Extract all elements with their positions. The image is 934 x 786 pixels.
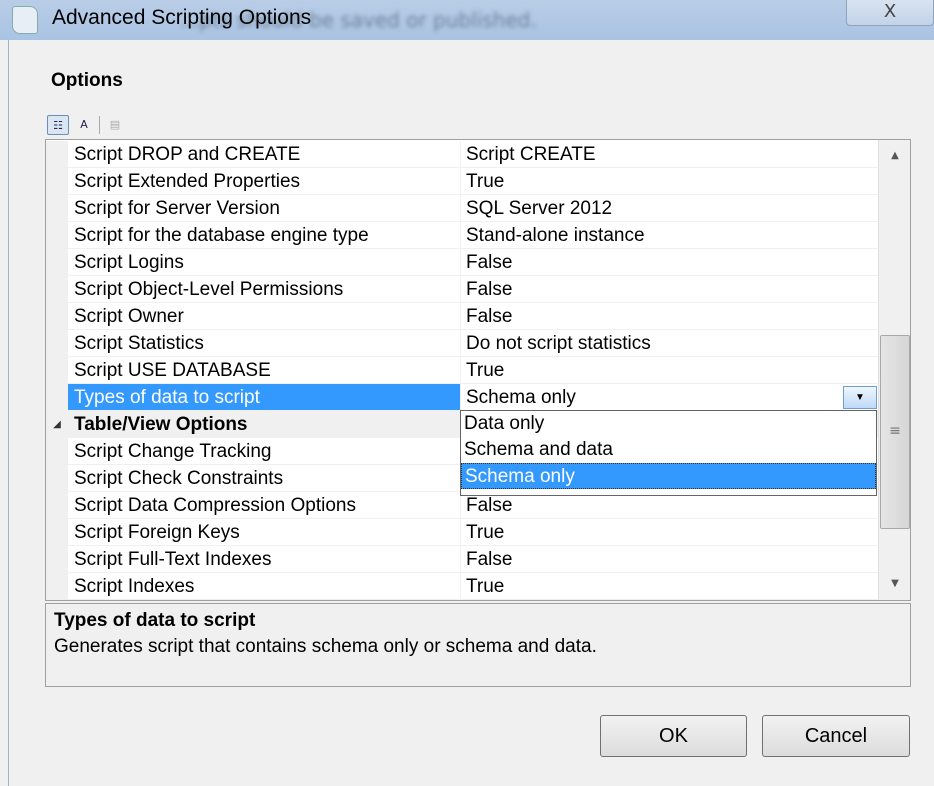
property-row[interactable]: Script Owner False <box>46 303 879 330</box>
property-row[interactable]: Script DROP and CREATE Script CREATE <box>46 141 879 168</box>
cancel-button[interactable]: Cancel <box>762 715 910 757</box>
property-name[interactable]: Table/View Options <box>68 411 461 438</box>
property-name[interactable]: Script Change Tracking <box>68 438 461 465</box>
property-value[interactable]: Schema only ▼ <box>461 384 879 411</box>
property-row[interactable]: Script Foreign Keys True <box>46 519 879 546</box>
property-row[interactable]: Script Full-Text Indexes False <box>46 546 879 573</box>
row-gutter <box>46 384 68 411</box>
scroll-down-arrow-icon[interactable]: ▼ <box>879 570 911 598</box>
property-name[interactable]: Script Object-Level Permissions <box>68 276 461 303</box>
window-title: Advanced Scripting Options <box>52 6 312 29</box>
dropdown-option[interactable]: Schema and data <box>461 437 876 463</box>
property-value[interactable]: Script CREATE <box>461 141 879 168</box>
row-gutter <box>46 141 68 168</box>
row-gutter <box>46 222 68 249</box>
property-value[interactable]: True <box>461 357 879 384</box>
property-value[interactable]: False <box>461 546 879 573</box>
description-panel: Types of data to script Generates script… <box>45 603 911 687</box>
property-value[interactable]: Stand-alone instance <box>461 222 879 249</box>
property-name[interactable]: Script USE DATABASE <box>68 357 461 384</box>
row-gutter <box>46 249 68 276</box>
property-name[interactable]: Script Extended Properties <box>68 168 461 195</box>
property-name[interactable]: Script Full-Text Indexes <box>68 546 461 573</box>
property-value[interactable]: True <box>461 573 879 600</box>
alphabetical-sort-icon[interactable]: A Z↓ <box>73 115 95 151</box>
property-row[interactable]: Script Logins False <box>46 249 879 276</box>
close-button[interactable]: X <box>846 0 934 26</box>
property-name[interactable]: Script for Server Version <box>68 195 461 222</box>
row-gutter <box>46 573 68 600</box>
property-name[interactable]: Script Statistics <box>68 330 461 357</box>
row-gutter <box>46 465 68 492</box>
property-name[interactable]: Types of data to script <box>68 384 461 411</box>
description-text: Generates script that contains schema on… <box>54 636 597 657</box>
property-row[interactable]: Script for the database engine type Stand… <box>46 222 879 249</box>
property-value[interactable]: False <box>461 303 879 330</box>
scroll-app-icon <box>12 6 38 34</box>
row-gutter <box>46 168 68 195</box>
collapse-triangle-icon[interactable]: ◢ <box>46 411 68 438</box>
categorized-icon[interactable]: ☷ <box>47 115 69 135</box>
property-name[interactable]: Script Indexes <box>68 573 461 600</box>
row-gutter <box>46 438 68 465</box>
dropdown-option[interactable]: Schema only <box>461 463 876 489</box>
row-gutter <box>46 195 68 222</box>
row-gutter <box>46 519 68 546</box>
description-title: Types of data to script <box>54 610 256 631</box>
property-value[interactable]: False <box>461 276 879 303</box>
row-gutter <box>46 546 68 573</box>
row-gutter <box>46 276 68 303</box>
scroll-up-arrow-icon[interactable]: ▲ <box>879 142 911 170</box>
row-gutter <box>46 303 68 330</box>
property-value[interactable]: True <box>461 519 879 546</box>
row-gutter <box>46 357 68 384</box>
property-value[interactable]: SQL Server 2012 <box>461 195 879 222</box>
scrollbar-thumb[interactable]: ≡ <box>880 335 910 529</box>
property-value[interactable]: True <box>461 168 879 195</box>
property-row[interactable]: Script for Server Version SQL Server 2012 <box>46 195 879 222</box>
vertical-scrollbar[interactable]: ▲ ≡ ▼ <box>878 140 910 600</box>
property-value[interactable]: Do not script statistics <box>461 330 879 357</box>
property-value[interactable]: False <box>461 492 879 519</box>
dropdown-arrow-button[interactable]: ▼ <box>843 386 877 409</box>
property-row[interactable]: Script Statistics Do not script statistic… <box>46 330 879 357</box>
property-pages-icon[interactable]: ▤ <box>104 115 126 135</box>
property-row[interactable]: Script Extended Properties True <box>46 168 879 195</box>
title-bar: ...pts should be saved or published. Adv… <box>0 0 934 40</box>
types-dropdown-list: Data only Schema and data Schema only <box>460 410 877 496</box>
property-name[interactable]: Script for the database engine type <box>68 222 461 249</box>
property-name[interactable]: Script Check Constraints <box>68 465 461 492</box>
property-row[interactable]: Script USE DATABASE True <box>46 357 879 384</box>
property-row[interactable]: Script Indexes True <box>46 573 879 600</box>
row-gutter <box>46 492 68 519</box>
property-name[interactable]: Script Foreign Keys <box>68 519 461 546</box>
property-name[interactable]: Script Data Compression Options <box>68 492 461 519</box>
row-gutter <box>46 330 68 357</box>
ok-button[interactable]: OK <box>600 715 747 757</box>
property-row[interactable]: Script Data Compression Options False <box>46 492 879 519</box>
property-name[interactable]: Script DROP and CREATE <box>68 141 461 168</box>
options-heading: Options <box>51 70 123 91</box>
property-value[interactable]: False <box>461 249 879 276</box>
property-grid: Script DROP and CREATE Script CREATE Scrip… <box>45 139 911 601</box>
property-name[interactable]: Script Logins <box>68 249 461 276</box>
property-grid-toolbar: ☷ A Z↓ ▤ <box>47 114 126 151</box>
property-row[interactable]: Script Object-Level Permissions False <box>46 276 879 303</box>
property-row[interactable]: Types of data to script Schema only ▼ <box>46 384 879 411</box>
toolbar-divider <box>99 116 100 134</box>
dropdown-option[interactable]: Data only <box>461 411 876 437</box>
property-name[interactable]: Script Owner <box>68 303 461 330</box>
